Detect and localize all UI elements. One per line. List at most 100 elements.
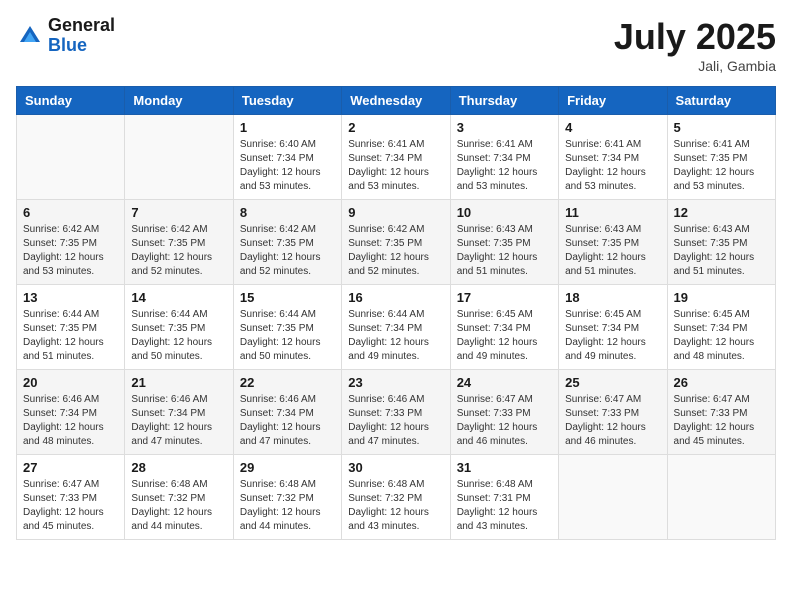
day-number: 26 <box>674 375 769 390</box>
day-info: Sunrise: 6:42 AM Sunset: 7:35 PM Dayligh… <box>23 223 118 279</box>
calendar-cell <box>559 455 667 540</box>
day-number: 5 <box>674 120 769 135</box>
calendar-cell: 31Sunrise: 6:48 AM Sunset: 7:31 PM Dayli… <box>450 455 558 540</box>
location: Jali, Gambia <box>614 58 776 74</box>
calendar-cell: 8 Sunrise: 6:42 AM Sunset: 7:35 PM Daylig… <box>233 200 341 285</box>
day-number: 14 <box>131 290 226 305</box>
calendar-header: Sunday Monday Tuesday Wednesday Thursday… <box>17 87 776 115</box>
calendar-week-4: 20 Sunrise: 6:46 AM Sunset: 7:34 PM Dayli… <box>17 370 776 455</box>
calendar-cell: 12Sunrise: 6:43 AM Sunset: 7:35 PM Dayli… <box>667 200 775 285</box>
day-number: 16 <box>348 290 443 305</box>
logo-text: GeneralBlue <box>48 16 115 56</box>
col-friday: Friday <box>559 87 667 115</box>
day-info: Sunrise: 6:46 AM Sunset: 7:34 PM Dayligh… <box>131 393 226 449</box>
calendar-cell: 26 Sunrise: 6:47 AM Sunset: 7:33 PM Dayli… <box>667 370 775 455</box>
calendar-cell <box>125 115 233 200</box>
calendar-cell: 27 Sunrise: 6:47 AM Sunset: 7:33 PM Dayli… <box>17 455 125 540</box>
day-info: Sunrise: 6:45 AM Sunset: 7:34 PM Dayligh… <box>674 308 769 364</box>
day-number: 12 <box>674 205 769 220</box>
col-tuesday: Tuesday <box>233 87 341 115</box>
calendar-cell: 20 Sunrise: 6:46 AM Sunset: 7:34 PM Dayli… <box>17 370 125 455</box>
day-number: 18 <box>565 290 660 305</box>
calendar-cell: 29Sunrise: 6:48 AM Sunset: 7:32 PM Dayli… <box>233 455 341 540</box>
calendar-cell: 15 Sunrise: 6:44 AM Sunset: 7:35 PM Dayli… <box>233 285 341 370</box>
day-info: Sunrise: 6:40 AM Sunset: 7:34 PM Dayligh… <box>240 138 335 194</box>
day-info: Sunrise: 6:47 AM Sunset: 7:33 PM Dayligh… <box>457 393 552 449</box>
day-number: 3 <box>457 120 552 135</box>
day-info: Sunrise: 6:42 AM Sunset: 7:35 PM Dayligh… <box>131 223 226 279</box>
day-number: 19 <box>674 290 769 305</box>
calendar-cell: 13 Sunrise: 6:44 AM Sunset: 7:35 PM Dayli… <box>17 285 125 370</box>
day-number: 2 <box>348 120 443 135</box>
day-number: 13 <box>23 290 118 305</box>
day-info: Sunrise: 6:47 AM Sunset: 7:33 PM Dayligh… <box>23 478 118 534</box>
day-info: Sunrise: 6:48 AM Sunset: 7:32 PM Dayligh… <box>131 478 226 534</box>
day-number: 24 <box>457 375 552 390</box>
day-info: Sunrise: 6:44 AM Sunset: 7:35 PM Dayligh… <box>23 308 118 364</box>
day-number: 30 <box>348 460 443 475</box>
day-info: Sunrise: 6:45 AM Sunset: 7:34 PM Dayligh… <box>565 308 660 364</box>
day-info: Sunrise: 6:46 AM Sunset: 7:34 PM Dayligh… <box>23 393 118 449</box>
col-monday: Monday <box>125 87 233 115</box>
calendar-week-5: 27 Sunrise: 6:47 AM Sunset: 7:33 PM Dayli… <box>17 455 776 540</box>
day-number: 15 <box>240 290 335 305</box>
day-info: Sunrise: 6:41 AM Sunset: 7:34 PM Dayligh… <box>565 138 660 194</box>
calendar-table: Sunday Monday Tuesday Wednesday Thursday… <box>16 86 776 540</box>
day-number: 10 <box>457 205 552 220</box>
logo-icon <box>16 22 44 50</box>
day-info: Sunrise: 6:43 AM Sunset: 7:35 PM Dayligh… <box>457 223 552 279</box>
calendar-cell: 2 Sunrise: 6:41 AM Sunset: 7:34 PM Daylig… <box>342 115 450 200</box>
day-number: 20 <box>23 375 118 390</box>
calendar-cell: 16Sunrise: 6:44 AM Sunset: 7:34 PM Dayli… <box>342 285 450 370</box>
month-title: July 2025 <box>614 16 776 58</box>
day-info: Sunrise: 6:46 AM Sunset: 7:34 PM Dayligh… <box>240 393 335 449</box>
col-wednesday: Wednesday <box>342 87 450 115</box>
day-info: Sunrise: 6:43 AM Sunset: 7:35 PM Dayligh… <box>565 223 660 279</box>
calendar-cell: 6 Sunrise: 6:42 AM Sunset: 7:35 PM Daylig… <box>17 200 125 285</box>
calendar-cell: 25 Sunrise: 6:47 AM Sunset: 7:33 PM Dayli… <box>559 370 667 455</box>
calendar-cell: 4 Sunrise: 6:41 AM Sunset: 7:34 PM Daylig… <box>559 115 667 200</box>
day-info: Sunrise: 6:45 AM Sunset: 7:34 PM Dayligh… <box>457 308 552 364</box>
calendar-cell: 10 Sunrise: 6:43 AM Sunset: 7:35 PM Dayli… <box>450 200 558 285</box>
day-info: Sunrise: 6:42 AM Sunset: 7:35 PM Dayligh… <box>348 223 443 279</box>
calendar-cell: 18 Sunrise: 6:45 AM Sunset: 7:34 PM Dayli… <box>559 285 667 370</box>
day-number: 4 <box>565 120 660 135</box>
day-number: 25 <box>565 375 660 390</box>
day-info: Sunrise: 6:48 AM Sunset: 7:31 PM Dayligh… <box>457 478 552 534</box>
day-number: 28 <box>131 460 226 475</box>
day-number: 6 <box>23 205 118 220</box>
day-info: Sunrise: 6:47 AM Sunset: 7:33 PM Dayligh… <box>565 393 660 449</box>
day-number: 17 <box>457 290 552 305</box>
calendar-cell: 3Sunrise: 6:41 AM Sunset: 7:34 PM Daylig… <box>450 115 558 200</box>
day-number: 27 <box>23 460 118 475</box>
calendar-cell <box>17 115 125 200</box>
day-number: 7 <box>131 205 226 220</box>
calendar-cell: 23Sunrise: 6:46 AM Sunset: 7:33 PM Dayli… <box>342 370 450 455</box>
calendar-cell: 30Sunrise: 6:48 AM Sunset: 7:32 PM Dayli… <box>342 455 450 540</box>
day-number: 1 <box>240 120 335 135</box>
calendar-week-1: 1 Sunrise: 6:40 AM Sunset: 7:34 PM Daylig… <box>17 115 776 200</box>
title-block: July 2025 Jali, Gambia <box>614 16 776 74</box>
page-header: GeneralBlue July 2025 Jali, Gambia <box>16 16 776 74</box>
calendar-cell: 14Sunrise: 6:44 AM Sunset: 7:35 PM Dayli… <box>125 285 233 370</box>
calendar-cell: 17 Sunrise: 6:45 AM Sunset: 7:34 PM Dayli… <box>450 285 558 370</box>
calendar-body: 1 Sunrise: 6:40 AM Sunset: 7:34 PM Daylig… <box>17 115 776 540</box>
calendar-cell: 7 Sunrise: 6:42 AM Sunset: 7:35 PM Daylig… <box>125 200 233 285</box>
calendar-week-3: 13 Sunrise: 6:44 AM Sunset: 7:35 PM Dayli… <box>17 285 776 370</box>
day-info: Sunrise: 6:47 AM Sunset: 7:33 PM Dayligh… <box>674 393 769 449</box>
calendar-cell: 9Sunrise: 6:42 AM Sunset: 7:35 PM Daylig… <box>342 200 450 285</box>
calendar-week-2: 6 Sunrise: 6:42 AM Sunset: 7:35 PM Daylig… <box>17 200 776 285</box>
calendar-cell: 11 Sunrise: 6:43 AM Sunset: 7:35 PM Dayli… <box>559 200 667 285</box>
header-row: Sunday Monday Tuesday Wednesday Thursday… <box>17 87 776 115</box>
day-info: Sunrise: 6:44 AM Sunset: 7:35 PM Dayligh… <box>240 308 335 364</box>
day-number: 11 <box>565 205 660 220</box>
day-info: Sunrise: 6:48 AM Sunset: 7:32 PM Dayligh… <box>240 478 335 534</box>
day-info: Sunrise: 6:42 AM Sunset: 7:35 PM Dayligh… <box>240 223 335 279</box>
col-sunday: Sunday <box>17 87 125 115</box>
day-number: 8 <box>240 205 335 220</box>
day-info: Sunrise: 6:46 AM Sunset: 7:33 PM Dayligh… <box>348 393 443 449</box>
day-number: 21 <box>131 375 226 390</box>
col-saturday: Saturday <box>667 87 775 115</box>
day-info: Sunrise: 6:41 AM Sunset: 7:34 PM Dayligh… <box>348 138 443 194</box>
day-number: 22 <box>240 375 335 390</box>
